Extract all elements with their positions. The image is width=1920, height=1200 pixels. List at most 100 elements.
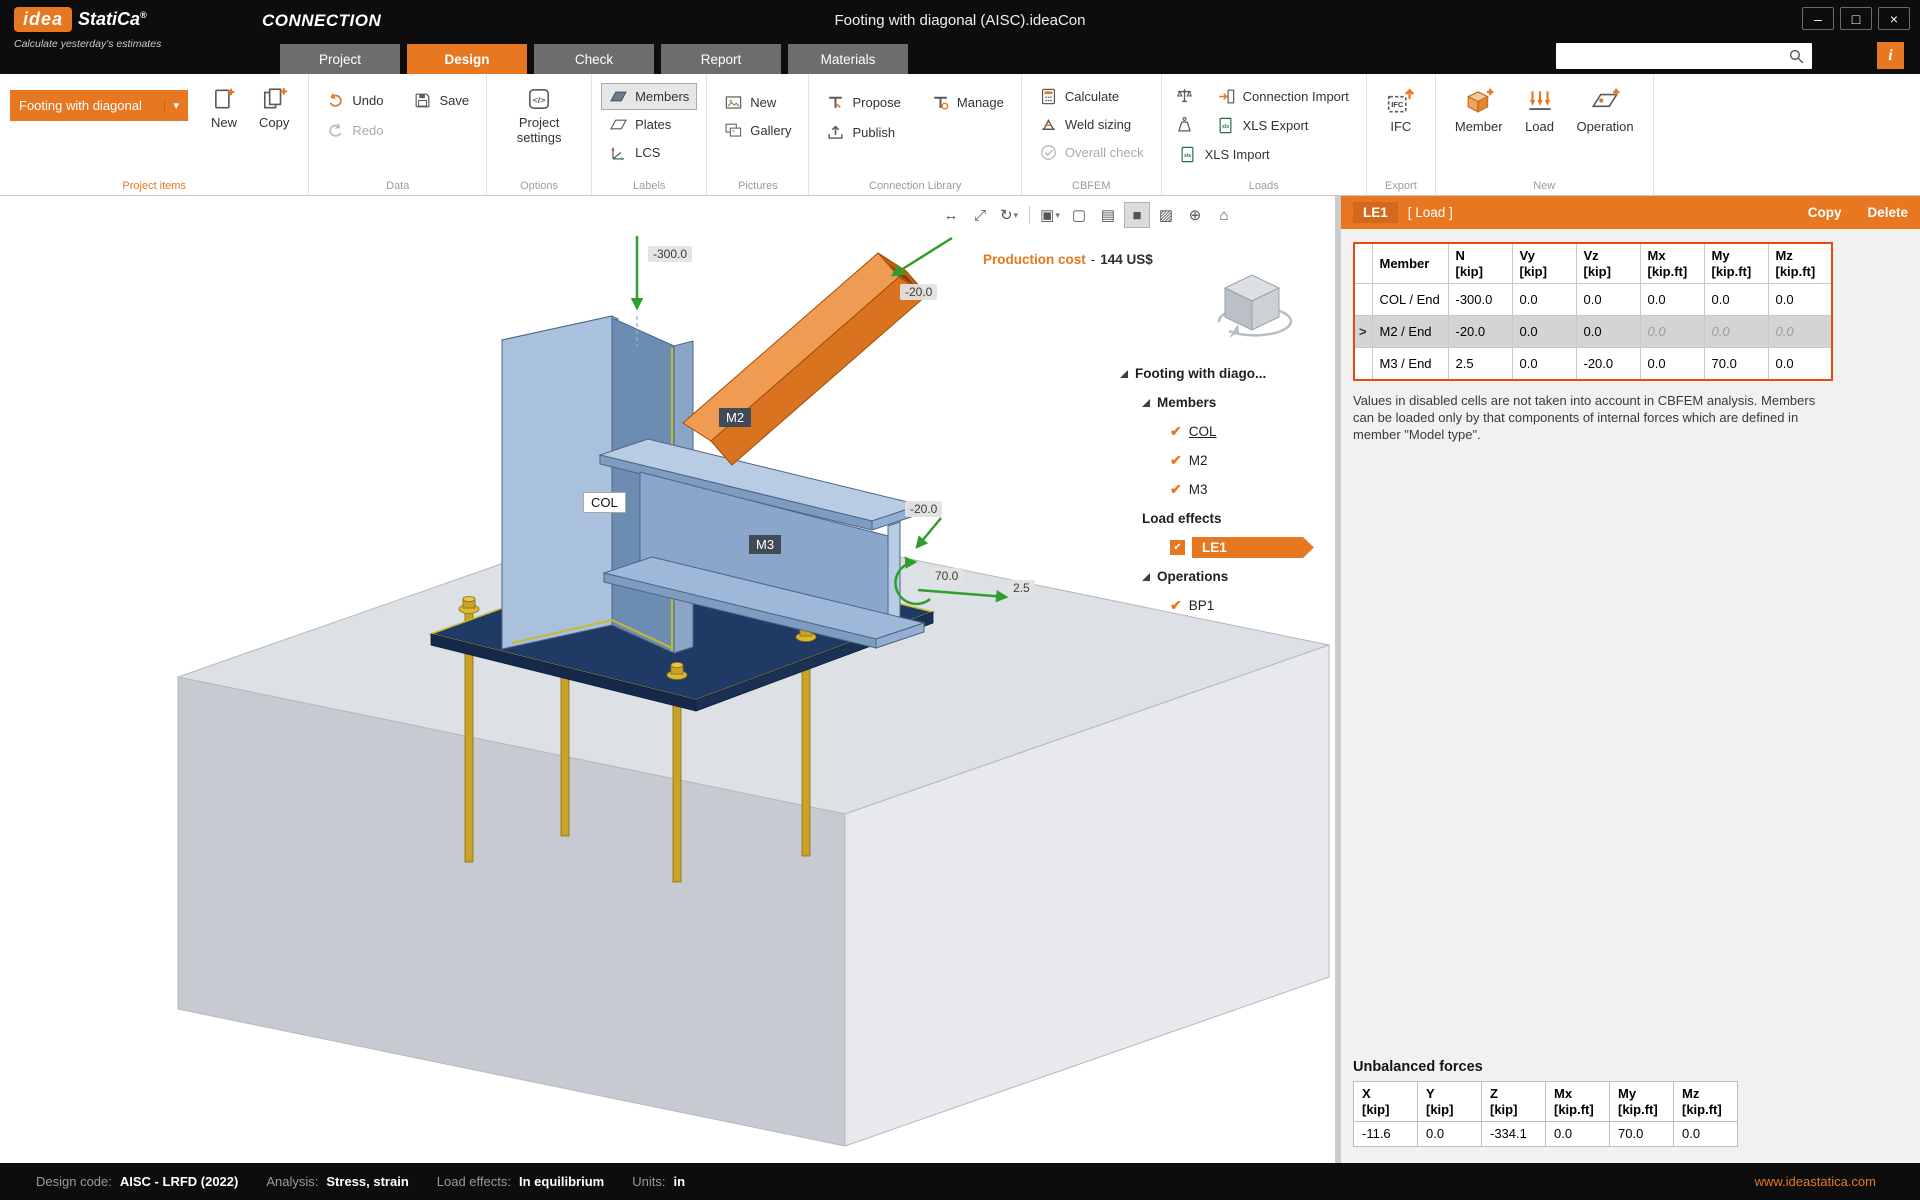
- save-icon: [413, 91, 432, 110]
- unbalanced-forces-section: Unbalanced forces X [kip] Y [kip] Z [kip] M…: [1353, 1059, 1738, 1147]
- xls-import-button[interactable]: XLS Import: [1172, 142, 1356, 167]
- gallery-button[interactable]: Gallery: [717, 118, 798, 143]
- measure-button[interactable]: ↔: [938, 202, 964, 228]
- close-button[interactable]: ×: [1878, 7, 1910, 30]
- unbalanced-forces-table: X [kip] Y [kip] Z [kip] Mx [kip.ft] My [kip.f…: [1353, 1081, 1738, 1147]
- checkbox-checked-icon[interactable]: ✔: [1170, 597, 1182, 614]
- delete-load-effect-button[interactable]: Delete: [1867, 205, 1908, 220]
- new-load-button[interactable]: Load: [1516, 82, 1564, 139]
- table-row-m2-end[interactable]: > M2 / End -20.0 0.0 0.0 0.0 0.0 0.0: [1353, 315, 1833, 349]
- member-label-m3[interactable]: M3: [749, 535, 782, 554]
- viewport-3d[interactable]: ↔ ⤢ ↻ ▾ ▣ ▾ ▢ ▤ ■ ▨ ⊕ ⌂ Production cost -14…: [0, 196, 1335, 1163]
- checkbox-checked-icon[interactable]: ✔: [1170, 540, 1185, 555]
- search-input[interactable]: [1562, 47, 1787, 65]
- rotate-view-button[interactable]: ↻ ▾: [996, 202, 1022, 228]
- zoom-fit-button[interactable]: ⤢: [967, 202, 993, 228]
- propose-button[interactable]: Propose: [819, 90, 907, 115]
- view-shaded-button[interactable]: ■: [1124, 202, 1150, 228]
- table-row-m3-end[interactable]: M3 / End 2.5 0.0 -20.0 0.0 70.0 0.0: [1353, 347, 1833, 381]
- tab-design[interactable]: Design: [407, 44, 527, 74]
- 3d-scene[interactable]: [0, 196, 1335, 1163]
- ifc-export-button[interactable]: IFC: [1377, 82, 1425, 139]
- load-effects-value: In equilibrium: [518, 1174, 605, 1189]
- members-labels-toggle[interactable]: Members: [601, 83, 698, 110]
- checkbox-checked-icon[interactable]: ✔: [1170, 452, 1182, 469]
- column-header-n: N [kip]: [1447, 242, 1513, 285]
- tab-check[interactable]: Check: [534, 44, 654, 74]
- plates-labels-toggle[interactable]: Plates: [602, 112, 696, 137]
- units-label: Units:: [632, 1174, 666, 1189]
- info-button[interactable]: i: [1877, 42, 1904, 69]
- manage-connection-icon: [931, 93, 950, 112]
- search-box[interactable]: [1556, 43, 1812, 69]
- group-label-export: Export: [1384, 180, 1417, 192]
- checkbox-checked-icon[interactable]: ✔: [1170, 423, 1182, 440]
- expander-icon[interactable]: [1142, 398, 1150, 407]
- tree-item-m2[interactable]: ✔ M2: [1120, 446, 1333, 475]
- tree-item-bp1[interactable]: ✔ BP1: [1120, 591, 1333, 620]
- tree-group-load-effects[interactable]: Load effects: [1120, 504, 1333, 533]
- tree-group-operations[interactable]: Operations: [1120, 562, 1333, 591]
- undo-button[interactable]: Undo: [319, 88, 390, 113]
- equilibrium-balance-button[interactable]: [1172, 84, 1198, 109]
- undo-icon: [326, 91, 345, 110]
- expander-icon[interactable]: [1120, 369, 1128, 378]
- unbalanced-header-mz: Mz [kip.ft]: [1673, 1081, 1738, 1123]
- redo-button[interactable]: Redo: [319, 118, 390, 143]
- chevron-down-icon: ▾: [164, 99, 179, 112]
- copy-project-item-button[interactable]: Copy: [250, 82, 298, 135]
- column-header-vz: Vz [kip]: [1575, 242, 1641, 285]
- load-value-m2-n: -20.0: [900, 284, 938, 300]
- copy-load-effect-button[interactable]: Copy: [1808, 205, 1842, 220]
- xls-export-button[interactable]: XLS Export: [1210, 113, 1356, 138]
- loads-weight-button[interactable]: [1172, 113, 1198, 138]
- website-link[interactable]: www.ideastatica.com: [1755, 1174, 1876, 1189]
- expander-icon[interactable]: [1142, 572, 1150, 581]
- tab-project[interactable]: Project: [280, 44, 400, 74]
- overall-check-button[interactable]: Overall check: [1032, 140, 1151, 165]
- diagonal-member-m2[interactable]: [682, 252, 928, 466]
- tree-item-le1[interactable]: ✔ LE1: [1120, 533, 1333, 562]
- tree-item-col[interactable]: ✔ COL: [1120, 417, 1333, 446]
- navigation-cube[interactable]: [1205, 260, 1300, 345]
- table-row-col-end[interactable]: COL / End -300.0 0.0 0.0 0.0 0.0 0.0: [1353, 283, 1833, 317]
- tree-root-item[interactable]: Footing with diago...: [1120, 359, 1333, 388]
- view-transparent-button[interactable]: ▨: [1153, 202, 1179, 228]
- new-operation-button[interactable]: Operation: [1568, 82, 1643, 139]
- section-view-button[interactable]: ▣ ▾: [1037, 202, 1063, 228]
- selected-load-effect-banner[interactable]: LE1: [1192, 537, 1314, 558]
- checkbox-checked-icon[interactable]: ✔: [1170, 481, 1182, 498]
- shaded-cube-icon: ■: [1132, 206, 1142, 224]
- group-label-connection-library: Connection Library: [869, 180, 962, 192]
- production-cost-label: Production cost: [983, 252, 1086, 267]
- tree-item-m3[interactable]: ✔ M3: [1120, 475, 1333, 504]
- tree-group-members[interactable]: Members: [1120, 388, 1333, 417]
- home-view-button[interactable]: ⌂: [1211, 202, 1237, 228]
- new-member-button[interactable]: Member: [1446, 82, 1512, 139]
- load-effects-label: Load effects:: [436, 1174, 511, 1189]
- project-selector-dropdown[interactable]: Footing with diagonal ▾: [10, 90, 188, 121]
- maximize-button[interactable]: □: [1840, 7, 1872, 30]
- model-origin-button[interactable]: ⊕: [1182, 202, 1208, 228]
- new-project-item-button[interactable]: New: [202, 82, 246, 135]
- project-settings-button[interactable]: Project settings: [497, 82, 581, 150]
- calculate-button[interactable]: Calculate: [1032, 84, 1151, 109]
- member-label-m2[interactable]: M2: [719, 408, 752, 427]
- maximize-icon: □: [1851, 10, 1861, 27]
- view-wireframe-button[interactable]: ▢: [1066, 202, 1092, 228]
- tab-materials[interactable]: Materials: [788, 44, 908, 74]
- member-label-col[interactable]: COL: [583, 492, 626, 513]
- save-button[interactable]: Save: [406, 88, 476, 113]
- lcs-labels-toggle[interactable]: LCS: [602, 140, 696, 165]
- production-cost-value: 144 US$: [1100, 252, 1153, 267]
- view-hidden-lines-button[interactable]: ▤: [1095, 202, 1121, 228]
- publish-button[interactable]: Publish: [819, 120, 907, 145]
- minimize-button[interactable]: –: [1802, 7, 1834, 30]
- weld-sizing-button[interactable]: Weld sizing: [1032, 112, 1151, 137]
- connection-import-button[interactable]: Connection Import: [1210, 84, 1356, 109]
- new-picture-button[interactable]: New: [717, 90, 798, 115]
- origin-icon: ⊕: [1188, 207, 1202, 224]
- manage-button[interactable]: Manage: [924, 90, 1011, 115]
- tab-report[interactable]: Report: [661, 44, 781, 74]
- units-value: in: [673, 1174, 686, 1189]
